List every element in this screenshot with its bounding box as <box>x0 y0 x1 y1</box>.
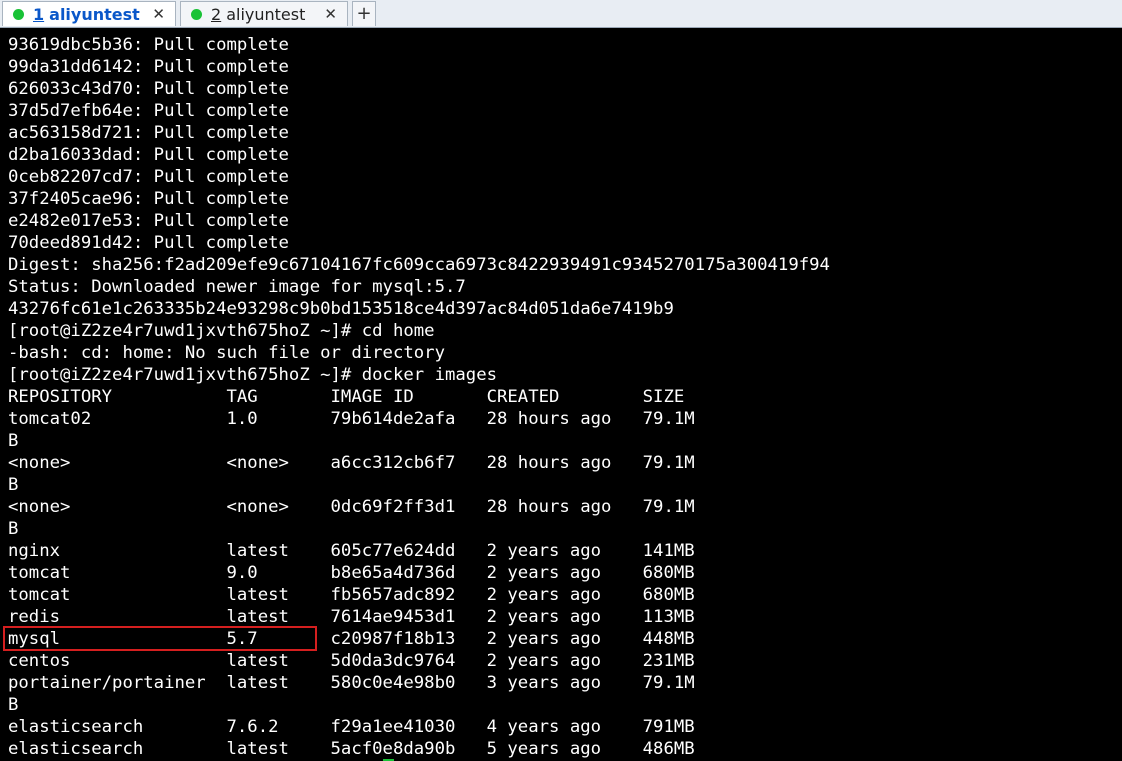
terminal-line: Digest: sha256:f2ad209efe9c67104167fc609… <box>8 255 830 275</box>
terminal-line: 37f2405cae96: Pull complete <box>8 189 289 209</box>
table-row: <none> <none> 0dc69f2ff3d1 28 hours ago … <box>8 497 695 517</box>
table-row: <none> <none> a6cc312cb6f7 28 hours ago … <box>8 453 695 473</box>
terminal-line: d2ba16033dad: Pull complete <box>8 145 289 165</box>
table-row: portainer/portainer latest 580c0e4e98b0 … <box>8 673 695 693</box>
table-row: redis latest 7614ae9453d1 2 years ago 11… <box>8 607 695 627</box>
terminal-line: 70deed891d42: Pull complete <box>8 233 289 253</box>
tab-number: 1 <box>33 4 45 24</box>
connected-status-icon <box>13 8 24 20</box>
terminal-output[interactable]: 93619dbc5b36: Pull complete 99da31dd6142… <box>0 34 1122 761</box>
tab-label: aliyuntest <box>49 4 140 24</box>
table-row: elasticsearch latest 5acf0e8da90b 5 year… <box>8 739 695 759</box>
table-row: tomcat latest fb5657adc892 2 years ago 6… <box>8 585 695 605</box>
terminal-line: B <box>8 475 19 495</box>
table-row: tomcat 9.0 b8e65a4d736d 2 years ago 680M… <box>8 563 695 583</box>
table-row: tomcat02 1.0 79b614de2afa 28 hours ago 7… <box>8 409 695 429</box>
table-row: nginx latest 605c77e624dd 2 years ago 14… <box>8 541 695 561</box>
terminal-line: 93619dbc5b36: Pull complete <box>8 35 289 55</box>
terminal-line: [root@iZ2ze4r7uwd1jxvth675hoZ ~]# docker… <box>8 365 497 385</box>
tab-number: 2 <box>211 4 222 24</box>
tab-label: aliyuntest <box>226 4 306 24</box>
terminal-line: B <box>8 519 19 539</box>
terminal-line: B <box>8 431 19 451</box>
close-icon[interactable]: ✕ <box>152 5 165 23</box>
connected-status-icon <box>191 8 202 20</box>
highlight-annotation-box <box>3 626 317 651</box>
terminal-line: e2482e017e53: Pull complete <box>8 211 289 231</box>
terminal-line: 0ceb82207cd7: Pull complete <box>8 167 289 187</box>
terminal-line: 626033c43d70: Pull complete <box>8 79 289 99</box>
tab-bar: 1 aliyuntest ✕ 2 aliyuntest ✕ + <box>0 0 1122 28</box>
terminal-line: [root@iZ2ze4r7uwd1jxvth675hoZ ~]# cd hom… <box>8 321 435 341</box>
terminal-line: Status: Downloaded newer image for mysql… <box>8 277 466 297</box>
table-header: REPOSITORY TAG IMAGE ID CREATED SIZE <box>8 387 685 407</box>
table-row: centos latest 5d0da3dc9764 2 years ago 2… <box>8 651 695 671</box>
terminal-line: ac563158d721: Pull complete <box>8 123 289 143</box>
tab-session-1[interactable]: 1 aliyuntest ✕ <box>2 1 176 26</box>
new-tab-button[interactable]: + <box>352 1 376 26</box>
table-row: elasticsearch 7.6.2 f29a1ee41030 4 years… <box>8 717 695 737</box>
terminal-line: B <box>8 695 19 715</box>
tab-session-2[interactable]: 2 aliyuntest ✕ <box>180 1 348 26</box>
terminal-line: 99da31dd6142: Pull complete <box>8 57 289 77</box>
terminal-line: 43276fc61e1c263335b24e93298c9b0bd153518c… <box>8 299 674 319</box>
terminal-line: 37d5d7efb64e: Pull complete <box>8 101 289 121</box>
terminal-line: -bash: cd: home: No such file or directo… <box>8 343 445 363</box>
close-icon[interactable]: ✕ <box>324 5 337 23</box>
